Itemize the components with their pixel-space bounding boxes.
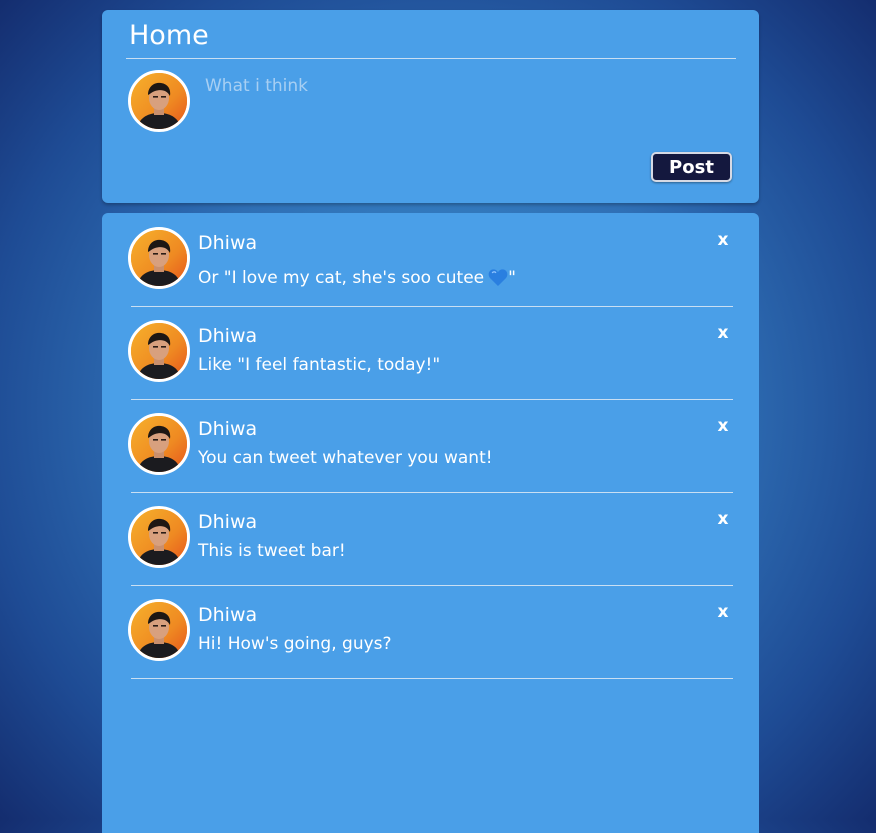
- avatar: [128, 227, 190, 289]
- tweet-feed: Dhiwa Or "I love my cat, she's soo cutee…: [102, 213, 759, 833]
- tweet-author: Dhiwa: [198, 418, 258, 440]
- tweet-item: Dhiwa Or "I love my cat, she's soo cutee…: [128, 213, 733, 307]
- post-button[interactable]: Post: [651, 152, 732, 182]
- tweet-text: Or "I love my cat, she's soo cutee ": [198, 266, 516, 294]
- delete-tweet-button[interactable]: x: [713, 322, 733, 344]
- tweet-text: This is tweet bar!: [198, 541, 346, 561]
- avatar-photo-icon: [131, 416, 187, 472]
- tweet-text: Like "I feel fantastic, today!": [198, 355, 441, 375]
- tweet-item: Dhiwa This is tweet bar! x: [128, 492, 733, 586]
- tweet-author: Dhiwa: [198, 511, 258, 533]
- delete-tweet-button[interactable]: x: [713, 415, 733, 437]
- avatar-photo-icon: [131, 602, 187, 658]
- blue-heart-icon: [488, 268, 508, 294]
- avatar-photo-icon: [131, 323, 187, 379]
- tweet-text-main: Or "I love my cat, she's soo cutee: [198, 268, 485, 288]
- avatar: [128, 320, 190, 382]
- avatar: [128, 506, 190, 568]
- tweet-item: Dhiwa Hi! How's going, guys? x: [128, 585, 733, 679]
- page-title: Home: [129, 20, 209, 51]
- tweet-text-suffix: ": [508, 268, 516, 288]
- delete-tweet-button[interactable]: x: [713, 508, 733, 530]
- avatar: [128, 599, 190, 661]
- tweet-text: Hi! How's going, guys?: [198, 634, 392, 654]
- avatar-photo-icon: [131, 230, 187, 286]
- tweet-author: Dhiwa: [198, 604, 258, 626]
- tweet-author: Dhiwa: [198, 325, 258, 347]
- tweet-text: You can tweet whatever you want!: [198, 448, 493, 468]
- tweet-item: Dhiwa Like "I feel fantastic, today!" x: [128, 306, 733, 400]
- tweet-author: Dhiwa: [198, 232, 258, 254]
- avatar-photo-icon: [131, 73, 187, 129]
- avatar: [128, 70, 190, 132]
- delete-tweet-button[interactable]: x: [713, 601, 733, 623]
- avatar-photo-icon: [131, 509, 187, 565]
- compose-panel: Home Post: [102, 10, 759, 203]
- delete-tweet-button[interactable]: x: [713, 229, 733, 251]
- tweet-item: Dhiwa You can tweet whatever you want! x: [128, 399, 733, 493]
- title-divider: [126, 58, 736, 59]
- avatar: [128, 413, 190, 475]
- compose-input[interactable]: [205, 74, 725, 98]
